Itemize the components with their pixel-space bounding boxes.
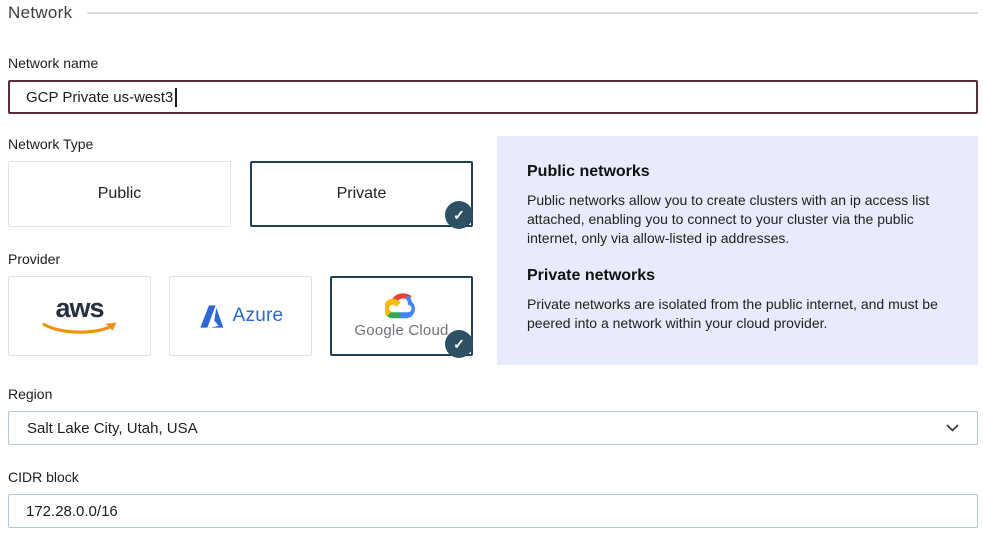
region-select[interactable]: Salt Lake City, Utah, USA [8, 411, 978, 445]
check-icon: ✓ [445, 201, 473, 229]
network-form: Network Network name GCP Private us-west… [0, 0, 983, 528]
provider-label: Provider [8, 251, 478, 267]
cidr-input[interactable]: 172.28.0.0/16 [8, 494, 978, 528]
aws-logo-icon: aws [41, 296, 119, 336]
network-type-option-private[interactable]: Private ✓ [250, 161, 473, 227]
cidr-value: 172.28.0.0/16 [26, 503, 118, 520]
network-type-option-public[interactable]: Public [8, 161, 231, 227]
google-cloud-icon [385, 293, 418, 319]
section-header: Network [8, 2, 978, 24]
network-type-public-label: Public [98, 185, 142, 203]
azure-logo: Azure [198, 304, 284, 329]
private-networks-description: Private networks are isolated from the p… [527, 295, 948, 333]
private-networks-heading: Private networks [527, 267, 948, 285]
network-type-private-label: Private [337, 185, 387, 203]
page-title: Network [8, 3, 72, 23]
network-name-input[interactable]: GCP Private us-west3 [8, 80, 978, 114]
aws-smile-icon [41, 322, 119, 336]
cidr-field: CIDR block 172.28.0.0/16 [8, 469, 978, 528]
google-cloud-label: Google Cloud [354, 322, 448, 339]
public-networks-heading: Public networks [527, 163, 948, 181]
google-cloud-logo: Google Cloud [354, 293, 448, 339]
region-value: Salt Lake City, Utah, USA [27, 420, 198, 437]
text-cursor [175, 88, 177, 107]
network-type-cards: Public Private ✓ [8, 161, 478, 227]
left-column: Network Type Public Private ✓ Provider a… [8, 136, 478, 365]
azure-label: Azure [233, 305, 284, 327]
provider-field: Provider aws [8, 251, 478, 356]
private-networks-info: Private networks Private networks are is… [527, 267, 948, 333]
azure-icon [198, 304, 225, 329]
provider-option-google-cloud[interactable]: Google Cloud ✓ [330, 276, 473, 356]
public-networks-description: Public networks allow you to create clus… [527, 191, 948, 248]
region-field: Region Salt Lake City, Utah, USA [8, 386, 978, 445]
aws-wordmark: aws [55, 296, 103, 322]
header-divider [87, 12, 978, 14]
network-info-panel: Public networks Public networks allow yo… [497, 136, 978, 365]
network-type-label: Network Type [8, 136, 478, 152]
public-networks-info: Public networks Public networks allow yo… [527, 163, 948, 248]
network-name-value: GCP Private us-west3 [26, 89, 173, 106]
network-name-field: Network name GCP Private us-west3 [8, 55, 978, 114]
check-icon: ✓ [445, 330, 473, 358]
network-name-label: Network name [8, 55, 978, 71]
type-provider-row: Network Type Public Private ✓ Provider a… [8, 136, 978, 365]
provider-option-aws[interactable]: aws [8, 276, 151, 356]
provider-option-azure[interactable]: Azure [169, 276, 312, 356]
cidr-label: CIDR block [8, 469, 978, 485]
provider-cards: aws Azure [8, 276, 478, 356]
chevron-down-icon [946, 424, 959, 432]
region-label: Region [8, 386, 978, 402]
